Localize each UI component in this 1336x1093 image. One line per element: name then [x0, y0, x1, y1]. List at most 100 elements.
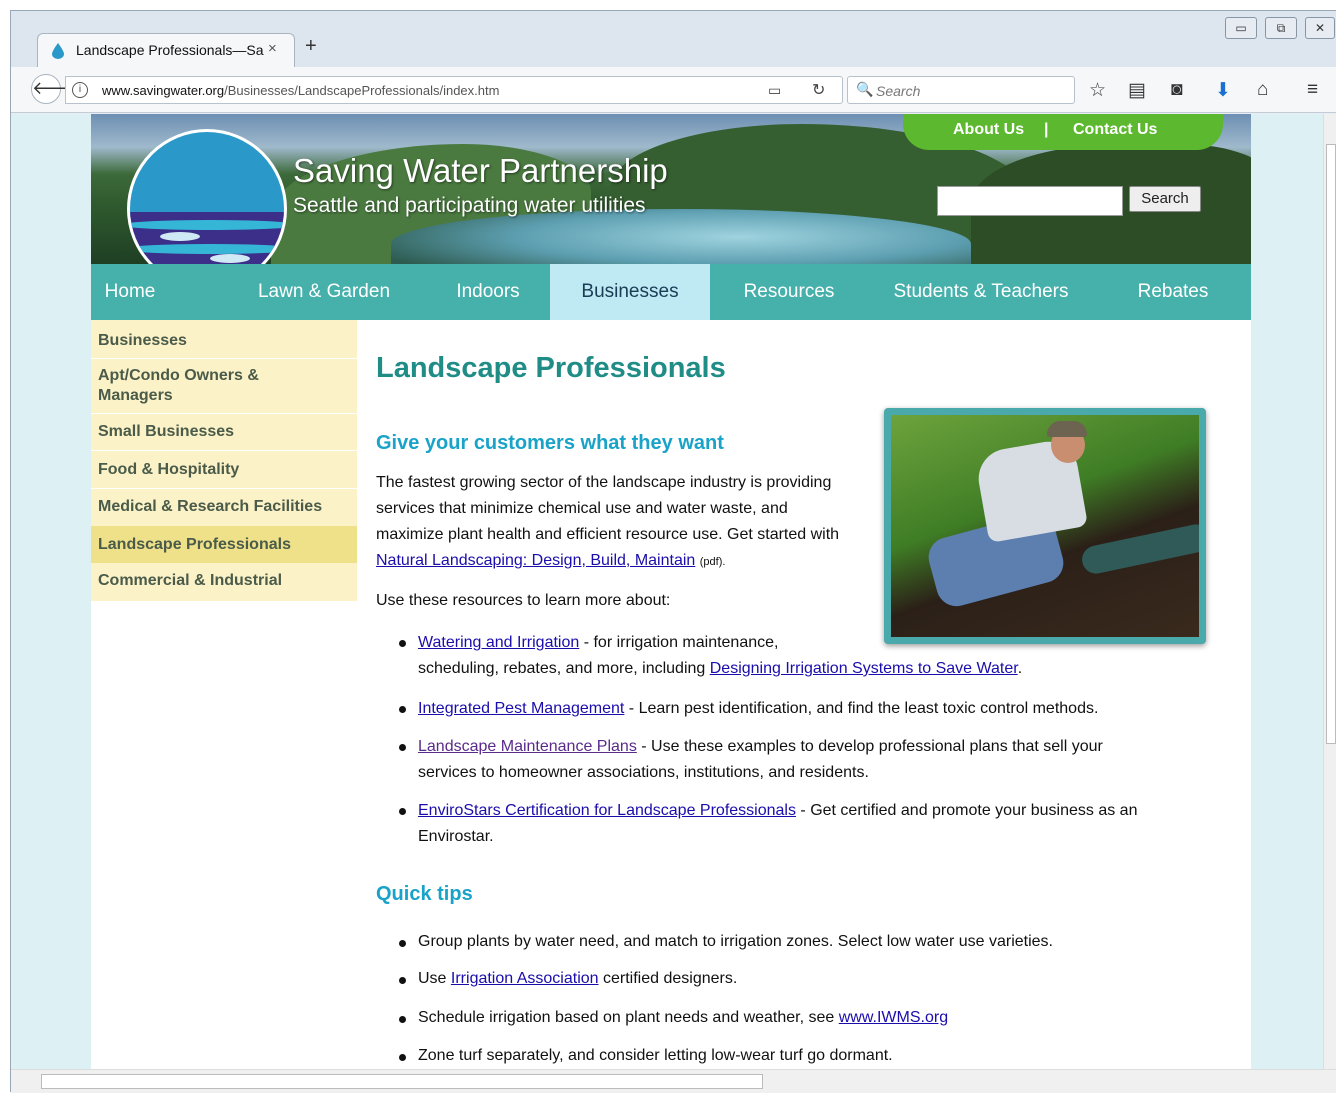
address-bar[interactable]: i www.savingwater.org/Businesses/Landsca…	[65, 76, 843, 104]
tip-item: Use Irrigation Association certified des…	[418, 966, 737, 992]
landscaper-photo	[884, 408, 1206, 644]
tab-landscape-professionals[interactable]: Landscape Professionals—Sa ×	[37, 33, 295, 67]
site-subtitle: Seattle and participating water utilitie…	[293, 194, 646, 217]
browser-search-box[interactable]: 🔍 Search	[847, 76, 1075, 104]
logo-sky	[130, 132, 284, 217]
nav-lawn-garden[interactable]: Lawn & Garden	[251, 264, 397, 320]
iwms-link[interactable]: www.IWMS.org	[839, 1009, 948, 1026]
close-tab-icon[interactable]: ×	[268, 40, 277, 57]
sidebar-item-apt-condo[interactable]: Apt/Condo Owners &	[91, 366, 357, 386]
close-window-button[interactable]: ✕	[1305, 17, 1335, 39]
page-title: Landscape Professionals	[376, 352, 726, 384]
vertical-scrollbar[interactable]	[1323, 114, 1336, 1069]
contact-us-link[interactable]: Contact Us	[1073, 121, 1157, 139]
bullet	[399, 1054, 406, 1061]
fish-icon	[160, 232, 200, 241]
site-logo[interactable]	[127, 129, 287, 264]
nav-home[interactable]: Home	[91, 264, 169, 320]
site-search-button[interactable]: Search	[1129, 186, 1201, 212]
url-domain: www.savingwater.org	[102, 83, 225, 98]
top-links: About Us | Contact Us	[903, 114, 1223, 150]
sidebar-item-landscape-professionals[interactable]: Landscape Professionals	[91, 526, 357, 563]
bookmark-star-icon[interactable]: ☆	[1089, 79, 1106, 102]
horizontal-scrollbar[interactable]	[11, 1069, 1336, 1093]
section-heading-customers: Give your customers what they want	[376, 432, 724, 454]
downloads-icon[interactable]: ⬇	[1215, 79, 1231, 102]
nav-indoors[interactable]: Indoors	[443, 264, 533, 320]
sidebar-item-businesses[interactable]: Businesses	[91, 328, 357, 358]
sidebar-item-food-hospitality[interactable]: Food & Hospitality	[91, 460, 357, 480]
list-item-text: scheduling, rebates, and more, including	[418, 660, 710, 677]
resources-intro: Use these resources to learn more about:	[376, 592, 671, 609]
logo-wave	[130, 244, 284, 254]
nav-businesses[interactable]: Businesses	[550, 264, 710, 320]
intro-line: The fastest growing sector of the landsc…	[376, 474, 832, 491]
nav-students-teachers[interactable]: Students & Teachers	[881, 264, 1081, 320]
minimize-button[interactable]: ▭	[1225, 17, 1257, 39]
restore-button[interactable]: ⧉	[1265, 17, 1297, 39]
list-item-text: - Use these examples to develop professi…	[636, 738, 1103, 755]
tip-text: Schedule irrigation based on plant needs…	[418, 1009, 839, 1026]
navigation-toolbar: 🡐 i www.savingwater.org/Businesses/Lands…	[11, 67, 1336, 113]
reload-icon[interactable]: ↻	[812, 80, 825, 100]
site-title[interactable]: Saving Water Partnership	[293, 152, 668, 190]
header-banner: Saving Water Partnership Seattle and par…	[91, 114, 1251, 264]
bullet	[399, 940, 406, 947]
sidebar-item-small-businesses[interactable]: Small Businesses	[91, 422, 357, 442]
bullet	[399, 977, 406, 984]
vertical-scroll-thumb[interactable]	[1326, 144, 1336, 744]
bullet	[399, 744, 406, 751]
natural-landscaping-link[interactable]: Natural Landscaping: Design, Build, Main…	[376, 552, 695, 569]
sidebar-divider	[91, 488, 357, 489]
sidebar-divider	[91, 450, 357, 451]
about-us-link[interactable]: About Us	[953, 121, 1024, 139]
menu-icon[interactable]: ≡	[1307, 79, 1318, 101]
sidebar-item-medical-research[interactable]: Medical & Research Facilities	[91, 497, 357, 517]
list-item-text: - for irrigation maintenance,	[579, 634, 779, 651]
url-text[interactable]: www.savingwater.org/Businesses/Landscape…	[102, 83, 499, 98]
watering-irrigation-link[interactable]: Watering and Irrigation	[418, 634, 579, 651]
sidebar-item-apt-condo-line2[interactable]: Managers	[91, 386, 357, 406]
tab-title: Landscape Professionals—Sa	[76, 42, 264, 58]
irrigation-association-link[interactable]: Irrigation Association	[451, 970, 599, 987]
nav-resources[interactable]: Resources	[731, 264, 847, 320]
photo-hat	[1047, 421, 1087, 437]
page-viewport: Saving Water Partnership Seattle and par…	[11, 114, 1323, 1069]
tip-text: Use	[418, 970, 451, 987]
intro-link-line: Natural Landscaping: Design, Build, Main…	[376, 548, 725, 575]
list-item-text: - Learn pest identification, and find th…	[624, 700, 1099, 717]
designing-irrigation-link[interactable]: Designing Irrigation Systems to Save Wat…	[710, 660, 1018, 677]
intro-line: maximize plant health and efficient reso…	[376, 526, 840, 543]
sidebar-divider	[91, 358, 357, 359]
pdf-note: (pdf).	[699, 556, 726, 568]
bullet	[399, 706, 406, 713]
envirostars-certification-link[interactable]: EnviroStars Certification for Landscape …	[418, 802, 796, 819]
site-search-input[interactable]	[937, 186, 1123, 216]
bullet	[399, 1016, 406, 1023]
main-nav: Home Lawn & Garden Indoors Businesses Re…	[91, 264, 1251, 320]
sidebar: Businesses Apt/Condo Owners & Managers S…	[91, 320, 357, 601]
reader-view-icon[interactable]: ▭	[768, 82, 781, 99]
list-item: Landscape Maintenance Plans - Use these …	[418, 734, 1103, 760]
integrated-pest-management-link[interactable]: Integrated Pest Management	[418, 700, 624, 717]
list-item-text: - Get certified and promote your busines…	[795, 802, 1138, 819]
bookmarks-list-icon[interactable]: ▤	[1128, 79, 1146, 102]
info-icon[interactable]: i	[72, 82, 88, 98]
tip-item: Zone turf separately, and consider letti…	[418, 1047, 893, 1064]
landscape-maintenance-plans-link[interactable]: Landscape Maintenance Plans	[418, 738, 637, 755]
horizontal-scroll-thumb[interactable]	[41, 1074, 763, 1089]
intro-line: services that minimize chemical use and …	[376, 500, 788, 517]
nav-rebates[interactable]: Rebates	[1123, 264, 1223, 320]
sidebar-item-commercial-industrial[interactable]: Commercial & Industrial	[91, 571, 357, 591]
browser-window: Landscape Professionals—Sa × + ▭ ⧉ ✕ 🡐 i…	[10, 10, 1336, 1093]
home-icon[interactable]: ⌂	[1257, 79, 1268, 101]
sidebar-divider	[91, 413, 357, 414]
list-item-continuation: Envirostar.	[418, 828, 494, 845]
search-icon: 🔍	[856, 81, 874, 97]
logo-wave	[130, 220, 284, 230]
new-tab-button[interactable]: +	[305, 35, 317, 58]
list-item: Watering and Irrigation - for irrigation…	[418, 630, 778, 656]
water-drop-icon	[52, 43, 64, 59]
pocket-icon[interactable]: ◙	[1171, 79, 1182, 101]
back-button[interactable]: 🡐	[31, 74, 80, 104]
